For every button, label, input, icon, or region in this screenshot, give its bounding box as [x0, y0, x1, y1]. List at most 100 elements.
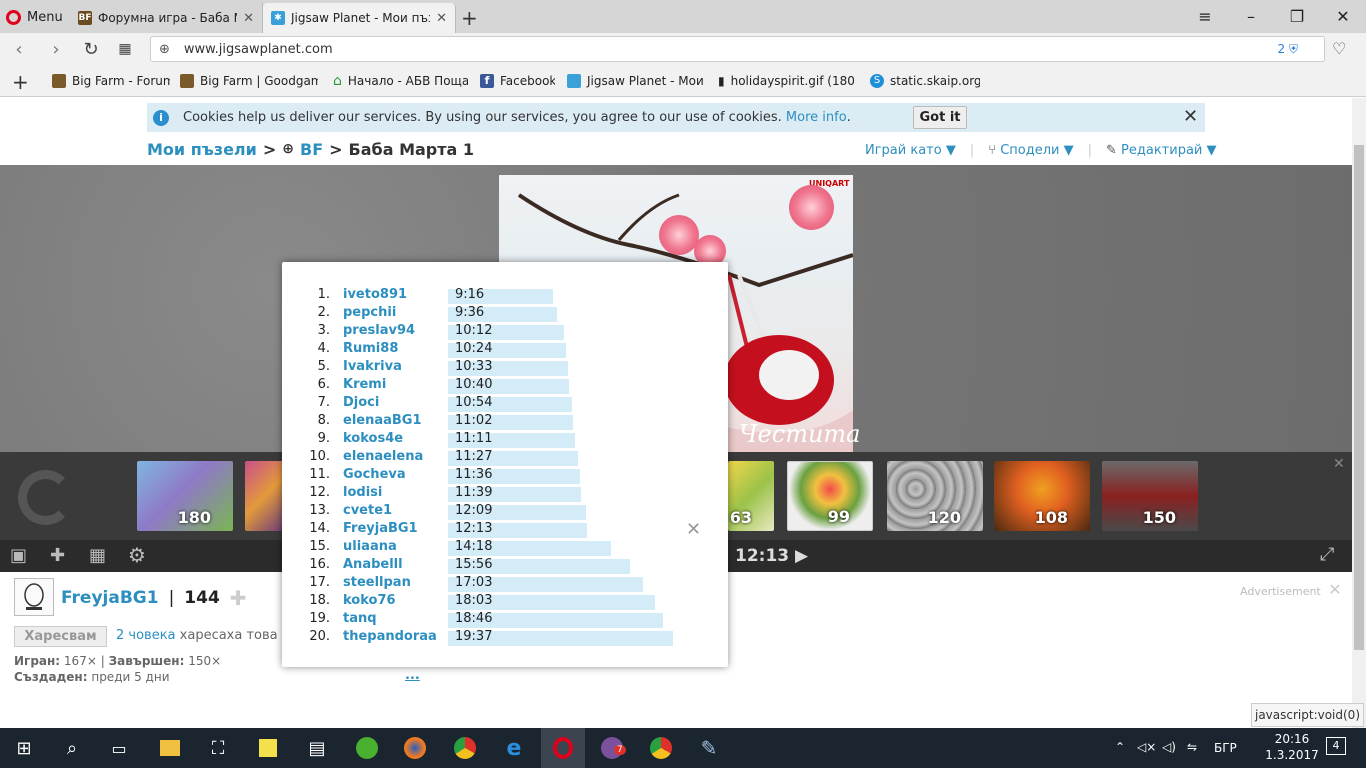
player-name-link[interactable]: Kremi: [343, 377, 386, 392]
refresh-icon[interactable]: [18, 470, 73, 525]
edge-icon[interactable]: e: [499, 733, 529, 763]
player-name-link[interactable]: Djoci: [343, 395, 379, 410]
bookmark-skaip[interactable]: S static.skaip.org: [870, 72, 980, 90]
ad-block-badge[interactable]: 2 ⛨: [1278, 42, 1298, 57]
player-name-link[interactable]: Gocheva: [343, 467, 406, 482]
utorrent-icon[interactable]: [352, 733, 382, 763]
player-name-link[interactable]: elenaelena: [343, 449, 423, 464]
close-window-icon[interactable]: ✕: [1320, 2, 1366, 30]
file-explorer-icon[interactable]: [155, 733, 185, 763]
likes-link[interactable]: 2 човека: [116, 628, 176, 643]
player-name-link[interactable]: iveto891: [343, 287, 407, 302]
volume-icon[interactable]: ◁×: [1137, 740, 1156, 754]
fullscreen-icon[interactable]: ⤢: [1320, 544, 1334, 565]
opera-taskbar-button[interactable]: [541, 728, 585, 768]
player-name-link[interactable]: kokos4e: [343, 431, 403, 446]
heart-icon[interactable]: ♡: [1332, 39, 1346, 58]
new-tab-icon[interactable]: +: [461, 6, 478, 30]
like-button[interactable]: Харесвам: [14, 626, 107, 647]
viber-icon[interactable]: 7: [597, 733, 627, 763]
piece-count: 108: [1034, 508, 1068, 527]
thumbnail-puzzle[interactable]: 99: [787, 461, 873, 531]
thumbnail-puzzle[interactable]: 150: [1102, 461, 1198, 531]
thumbnail-puzzle[interactable]: 180: [137, 461, 233, 531]
chrome-profile-icon[interactable]: [646, 733, 676, 763]
speaker-icon[interactable]: ◁): [1162, 740, 1176, 754]
gear-icon[interactable]: ⚙: [128, 543, 146, 567]
player-name-link[interactable]: Ivakriva: [343, 359, 402, 374]
more-info-link[interactable]: More info: [786, 110, 847, 125]
chrome-icon[interactable]: [450, 733, 480, 763]
image-icon[interactable]: ▣: [10, 545, 27, 566]
bookmark-facebook[interactable]: f Facebook: [480, 72, 555, 90]
play-time[interactable]: 12:13 ▶: [735, 546, 808, 566]
clock[interactable]: 20:16 1.3.2017 г.: [1262, 731, 1322, 768]
paint-icon[interactable]: ✎: [694, 733, 724, 763]
language-indicator[interactable]: БГР: [1214, 741, 1237, 755]
player-name-link[interactable]: FreyjaBG1: [343, 521, 418, 536]
player-name-link[interactable]: uliaana: [343, 539, 397, 554]
forward-icon[interactable]: ›: [45, 38, 67, 60]
thumbnail-puzzle[interactable]: 108: [994, 461, 1090, 531]
my-puzzles-link[interactable]: Мои пъзели: [147, 140, 257, 159]
thumbnail-puzzle[interactable]: [245, 461, 285, 531]
thumbnail-puzzle[interactable]: 63: [728, 461, 774, 531]
firefox-icon[interactable]: [400, 733, 430, 763]
add-bookmark-icon[interactable]: +: [12, 70, 29, 94]
tray-expand-icon[interactable]: ⌃: [1115, 740, 1125, 754]
avatar[interactable]: [14, 578, 54, 616]
close-ad-icon[interactable]: ✕: [1328, 580, 1341, 599]
close-leaderboard-icon[interactable]: ✕: [686, 519, 701, 540]
puzzle-piece-icon[interactable]: ✚: [50, 545, 65, 566]
opera-menu-button[interactable]: Menu: [6, 6, 63, 28]
task-view-icon[interactable]: ▭: [104, 733, 134, 763]
player-name-link[interactable]: pepchii: [343, 305, 396, 320]
player-name-link[interactable]: steellpan: [343, 575, 411, 590]
reload-icon[interactable]: ↻: [80, 38, 102, 60]
network-icon[interactable]: ⇋: [1187, 740, 1197, 754]
tab-forum-game[interactable]: BF Форумна игра - Баба Мар ✕: [70, 3, 263, 33]
close-tab-icon[interactable]: ✕: [436, 11, 447, 26]
player-name-link[interactable]: koko76: [343, 593, 396, 608]
edit-menu[interactable]: ✎ Редактирай ▼: [1106, 143, 1217, 158]
close-strip-icon[interactable]: ✕: [1333, 456, 1345, 472]
action-center-icon[interactable]: 4: [1326, 737, 1346, 755]
search-icon[interactable]: ⌕: [57, 733, 87, 763]
player-name-link[interactable]: elenaaBG1: [343, 413, 422, 428]
player-name-link[interactable]: preslav94: [343, 323, 415, 338]
player-name-link[interactable]: thepandoraa: [343, 629, 437, 644]
bookmark-big-farm-forum[interactable]: Big Farm - Forum: [52, 72, 170, 90]
player-name-link[interactable]: tanq: [343, 611, 377, 626]
back-icon[interactable]: ‹: [8, 38, 30, 60]
tab-jigsaw-planet[interactable]: ✱ Jigsaw Planet - Мои пъзел ✕: [263, 3, 456, 33]
close-cookie-icon[interactable]: ✕: [1183, 106, 1198, 127]
maximize-icon[interactable]: ❐: [1274, 2, 1320, 30]
address-bar[interactable]: ⊕ www.jigsawplanet.com 2 ⛨: [150, 36, 1325, 62]
bookmark-holidayspirit[interactable]: ▮ holidayspirit.gif (180×: [718, 72, 854, 90]
store-icon[interactable]: ⛶: [203, 733, 233, 763]
calculator-icon[interactable]: ▤: [302, 733, 332, 763]
sticky-notes-icon[interactable]: [253, 733, 283, 763]
more-link[interactable]: ...: [405, 668, 420, 683]
speed-dial-icon[interactable]: ▦: [114, 38, 136, 60]
player-name-link[interactable]: lodisi: [343, 485, 382, 500]
player-name-link[interactable]: Anabelll: [343, 557, 403, 572]
play-as-menu[interactable]: Играй като ▼: [865, 143, 956, 158]
leaderboard-row: 6. Kremi 10:40: [282, 377, 728, 395]
player-name-link[interactable]: Rumi88: [343, 341, 398, 356]
scrollbar-thumb[interactable]: [1354, 145, 1364, 650]
author-name[interactable]: FreyjaBG1: [61, 588, 159, 608]
thumbnail-puzzle[interactable]: 120: [887, 461, 983, 531]
player-name-link[interactable]: cvete1: [343, 503, 392, 518]
got-it-button[interactable]: Got it: [913, 106, 967, 129]
bookmark-abv-mail[interactable]: ⌂ Начало - АБВ Поща: [333, 72, 468, 90]
bookmark-jigsaw-planet[interactable]: Jigsaw Planet - Мои г: [567, 72, 705, 90]
bookmark-big-farm-goodgame[interactable]: Big Farm | Goodgame: [180, 72, 318, 90]
folder-link[interactable]: BF: [300, 140, 323, 159]
close-tab-icon[interactable]: ✕: [243, 11, 254, 26]
grid-icon[interactable]: ▦: [89, 545, 106, 566]
minimize-icon[interactable]: –: [1228, 2, 1274, 30]
windows-start-icon[interactable]: ⊞: [9, 733, 39, 763]
share-menu[interactable]: ⑂ Сподели ▼: [988, 143, 1073, 158]
tab-menu-icon[interactable]: ≡: [1182, 2, 1228, 30]
